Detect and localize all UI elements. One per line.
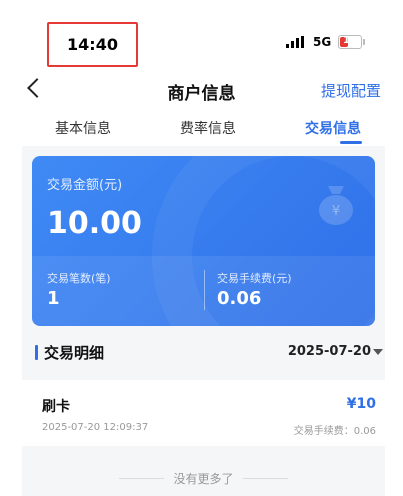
date-filter-value: 2025-07-20 (287, 344, 371, 359)
status-bar: 14:40 5G 15 (0, 0, 403, 72)
date-filter[interactable]: 2025-07-20 (287, 344, 383, 359)
caret-down-icon (373, 349, 383, 355)
tab-transaction-info[interactable]: 交易信息 (305, 118, 361, 138)
fee-value: 0.06 (217, 288, 262, 309)
battery-icon: 15 (338, 35, 362, 49)
details-header: 交易明细 2025-07-20 (32, 342, 383, 364)
battery-level: 15 (343, 35, 357, 46)
transaction-item[interactable]: 刷卡 ¥10 2025-07-20 12:09:37 交易手续费：0.06 (22, 380, 385, 446)
divider-right (243, 478, 288, 479)
network-type: 5G (313, 35, 332, 49)
amount-value: 10.00 (47, 206, 142, 241)
tab-rate-info[interactable]: 费率信息 (180, 118, 236, 138)
money-bag-icon: ¥ (319, 186, 353, 225)
count-value: 1 (47, 288, 60, 309)
tab-basic-info[interactable]: 基本信息 (55, 118, 111, 138)
battery-tip (363, 39, 365, 45)
tab-indicator (340, 141, 362, 144)
stat-divider (204, 270, 205, 310)
highlight-box: 14:40 (47, 22, 138, 67)
status-time: 14:40 (67, 35, 118, 54)
transaction-amount: ¥10 (346, 396, 376, 412)
tab-bar: 基本信息 费率信息 交易信息 (22, 110, 385, 146)
transaction-type: 刷卡 (42, 399, 70, 415)
no-more-text: 没有更多了 (173, 472, 234, 486)
fee-label: 交易手续费(元) (217, 272, 292, 285)
content-area: ¥ 交易金额(元) 10.00 交易笔数(笔) 1 交易手续费(元) 0.06 … (22, 146, 385, 496)
amount-label: 交易金额(元) (47, 178, 123, 193)
no-more-indicator: 没有更多了 (22, 470, 385, 486)
transaction-fee: 交易手续费：0.06 (293, 426, 376, 437)
nav-bar: 商户信息 提现配置 (0, 72, 403, 108)
section-marker (35, 345, 38, 360)
svg-text:¥: ¥ (332, 204, 340, 219)
signal-icon (286, 36, 308, 48)
withdraw-config-button[interactable]: 提现配置 (321, 80, 381, 101)
card-stats: 交易笔数(笔) 1 交易手续费(元) 0.06 (32, 256, 375, 326)
count-label: 交易笔数(笔) (47, 272, 111, 285)
details-title: 交易明细 (44, 344, 105, 362)
transaction-time: 2025-07-20 12:09:37 (42, 422, 149, 433)
summary-card: ¥ 交易金额(元) 10.00 交易笔数(笔) 1 交易手续费(元) 0.06 (32, 156, 375, 326)
